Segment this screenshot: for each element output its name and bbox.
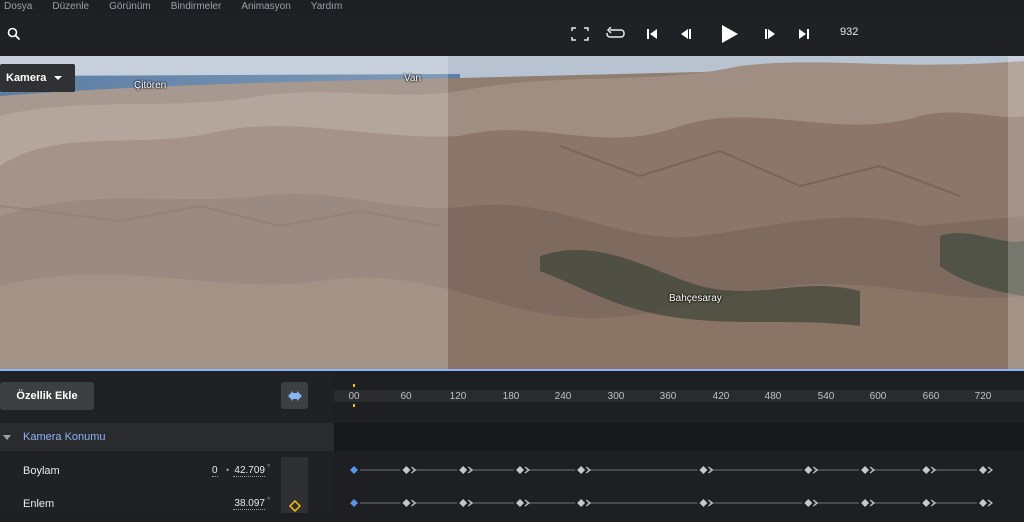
playback-toolbar: 932	[0, 14, 1024, 56]
section-header-camera-position[interactable]: Kamera Konumu	[0, 423, 334, 451]
property-label: Boylam	[23, 465, 60, 477]
menu-bar: Dosya Düzenle Görünüm Bindirmeler Animas…	[0, 0, 1024, 14]
add-keyframe-icon[interactable]	[288, 499, 302, 517]
property-row-latitude: Enlem 38.097 °	[0, 488, 334, 522]
keyframe-track-svg	[350, 466, 993, 474]
unit-label: °	[267, 496, 271, 505]
latitude-field[interactable]: 38.097	[233, 498, 265, 510]
place-label-citoren: Çitören	[134, 80, 167, 91]
keyframe-diamond[interactable]	[922, 466, 931, 474]
keyframe-diamond[interactable]	[459, 499, 468, 507]
keyframe-diamond[interactable]	[861, 499, 870, 507]
terrain-image	[0, 56, 1024, 369]
unit-label: °	[267, 463, 271, 472]
chevron-down-icon[interactable]	[3, 434, 11, 440]
ease-handle	[987, 466, 993, 474]
tick-label: 180	[502, 391, 520, 402]
tick-label: 660	[922, 391, 940, 402]
chevron-down-icon	[54, 76, 63, 80]
tick-label: 00	[348, 391, 360, 402]
skip-end-icon[interactable]	[790, 20, 818, 48]
tick-label: 420	[712, 391, 730, 402]
keyframe-diamond[interactable]	[979, 466, 987, 474]
keyframe-diamond[interactable]	[699, 466, 708, 474]
keyframe-track-svg	[350, 499, 993, 507]
keyframe-diamond[interactable]	[699, 499, 708, 507]
tick-label: 480	[764, 391, 782, 402]
property-offset-field[interactable]: 0	[212, 465, 218, 477]
longitude-field[interactable]: 42.709	[233, 465, 265, 477]
ruler-bar	[334, 390, 1024, 402]
keyframe-diamond[interactable]	[577, 466, 586, 474]
keyframe-diamond[interactable]	[402, 466, 411, 474]
add-property-button[interactable]: Özellik Ekle	[0, 382, 94, 410]
menu-animation[interactable]: Animasyon	[241, 1, 290, 13]
keyframe-diamond[interactable]	[861, 466, 870, 474]
tick-label: 360	[659, 391, 677, 402]
timeline-ruler[interactable]: 00 60 120 180 240 300 360 420 480 540 60…	[334, 373, 1024, 419]
keyframe-diamond[interactable]	[515, 499, 524, 507]
tick-label: 120	[449, 391, 467, 402]
menu-file[interactable]: Dosya	[4, 1, 32, 13]
keyframe-diamond[interactable]	[402, 499, 411, 507]
keyframe-diamond[interactable]	[459, 466, 468, 474]
tick-label: 240	[554, 391, 572, 402]
keyframe-diamond[interactable]	[979, 499, 987, 507]
camera-dropdown[interactable]: Kamera	[0, 64, 75, 92]
search-icon[interactable]	[0, 20, 28, 48]
keyframe-diamond[interactable]	[804, 466, 813, 474]
loop-icon[interactable]	[602, 20, 630, 48]
place-label-bahcesaray: Bahçesaray	[669, 293, 722, 304]
keyframe-track-longitude[interactable]	[334, 455, 1024, 485]
property-row-longitude: Boylam 0 • 42.709 °	[0, 455, 334, 489]
step-forward-icon[interactable]	[756, 20, 784, 48]
menu-help[interactable]: Yardım	[311, 1, 343, 13]
skip-start-icon[interactable]	[638, 20, 666, 48]
keyframe-diamond[interactable]	[804, 499, 813, 507]
keyframe-diamond[interactable]	[350, 499, 358, 507]
tick-label: 600	[869, 391, 887, 402]
keyframe-diamond[interactable]	[350, 466, 358, 474]
menu-overlays[interactable]: Bindirmeler	[171, 1, 222, 13]
map-viewport[interactable]: Kamera Çitören Van Bahçesaray	[0, 56, 1024, 371]
section-title: Kamera Konumu	[23, 431, 106, 443]
tick-label: 60	[400, 391, 412, 402]
keyframe-diamond[interactable]	[922, 499, 931, 507]
camera-label: Kamera	[6, 72, 47, 84]
keyframe-diamond[interactable]	[515, 466, 524, 474]
menu-view[interactable]: Görünüm	[109, 1, 151, 13]
tick-label: 300	[607, 391, 625, 402]
tick-label: 540	[817, 391, 835, 402]
place-label-van: Van	[404, 73, 422, 84]
keyframe-track-latitude[interactable]	[334, 488, 1024, 518]
keyframe-nav-icon[interactable]	[281, 382, 308, 409]
section-track-header	[334, 423, 1024, 451]
frame-counter: 932	[840, 26, 859, 38]
separator-dot-icon: •	[226, 465, 230, 475]
step-back-icon[interactable]	[672, 20, 700, 48]
ease-handle	[987, 499, 993, 507]
fullscreen-icon[interactable]	[566, 20, 594, 48]
menu-edit[interactable]: Düzenle	[52, 1, 89, 13]
keyframe-diamond[interactable]	[577, 499, 586, 507]
properties-column: Özellik Ekle Kamera Konumu Boylam 0 • 42…	[0, 373, 334, 513]
property-label: Enlem	[23, 498, 55, 510]
play-icon[interactable]	[716, 20, 744, 48]
tick-label: 720	[974, 391, 992, 402]
timeline-panel: Özellik Ekle Kamera Konumu Boylam 0 • 42…	[0, 373, 1024, 513]
